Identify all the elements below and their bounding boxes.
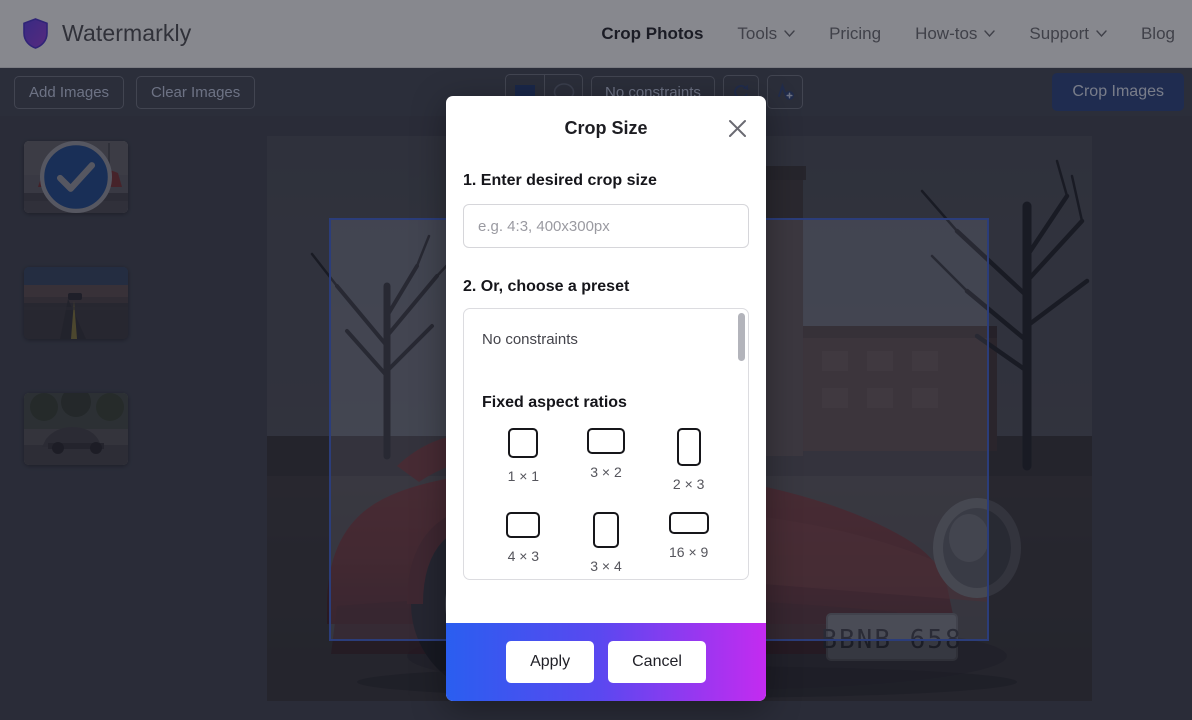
close-button[interactable] — [724, 115, 750, 141]
ratio-label: 16 × 9 — [668, 544, 709, 560]
ratio-shape-icon — [592, 512, 619, 548]
preset-scrollbar-track[interactable] — [738, 313, 745, 575]
dialog-body: 1. Enter desired crop size 2. Or, choose… — [446, 160, 766, 623]
ratio-label: 4 × 3 — [507, 548, 540, 564]
ratio-label: 2 × 3 — [672, 476, 705, 492]
step-2-label: 2. Or, choose a preset — [463, 278, 630, 295]
ratio-label: 3 × 2 — [590, 464, 622, 480]
close-icon — [728, 119, 746, 137]
dialog-footer: Apply Cancel — [446, 623, 766, 701]
ratio-shape-icon — [508, 428, 539, 458]
crop-size-input[interactable] — [463, 204, 749, 248]
ratio-option-3x4[interactable]: 3 × 4 — [590, 512, 622, 574]
dialog-header: Crop Size — [446, 96, 766, 160]
preset-group-title: Fixed aspect ratios — [482, 394, 627, 411]
dialog-title: Crop Size — [564, 117, 648, 138]
ratio-option-3x2[interactable]: 3 × 2 — [586, 428, 625, 492]
step-1-label: 1. Enter desired crop size — [463, 172, 657, 189]
ratio-shape-icon — [676, 428, 701, 466]
ratio-shape-icon — [506, 512, 541, 538]
crop-size-dialog: Crop Size 1. Enter desired crop size 2. … — [446, 96, 766, 701]
apply-button[interactable]: Apply — [506, 641, 595, 683]
ratio-grid: 1 × 1 3 × 2 2 × 3 4 × 3 3 × 4 16 × 9 — [482, 428, 730, 574]
ratio-label: 3 × 4 — [590, 558, 622, 574]
ratio-shape-icon — [668, 512, 709, 534]
ratio-shape-icon — [586, 428, 625, 454]
ratio-label: 1 × 1 — [507, 468, 540, 484]
preset-scrollbar-thumb[interactable] — [738, 313, 745, 361]
preset-list-inner: No constraints Fixed aspect ratios 1 × 1… — [464, 309, 748, 574]
ratio-option-16x9[interactable]: 16 × 9 — [668, 512, 709, 574]
cancel-button[interactable]: Cancel — [608, 641, 706, 683]
app-root: Watermarkly Crop Photos Tools Pricing Ho… — [0, 0, 1192, 720]
preset-list: No constraints Fixed aspect ratios 1 × 1… — [463, 308, 749, 580]
preset-no-constraints[interactable]: No constraints — [482, 331, 730, 348]
ratio-option-4x3[interactable]: 4 × 3 — [506, 512, 541, 574]
ratio-option-2x3[interactable]: 2 × 3 — [672, 428, 705, 492]
ratio-option-1x1[interactable]: 1 × 1 — [507, 428, 540, 492]
